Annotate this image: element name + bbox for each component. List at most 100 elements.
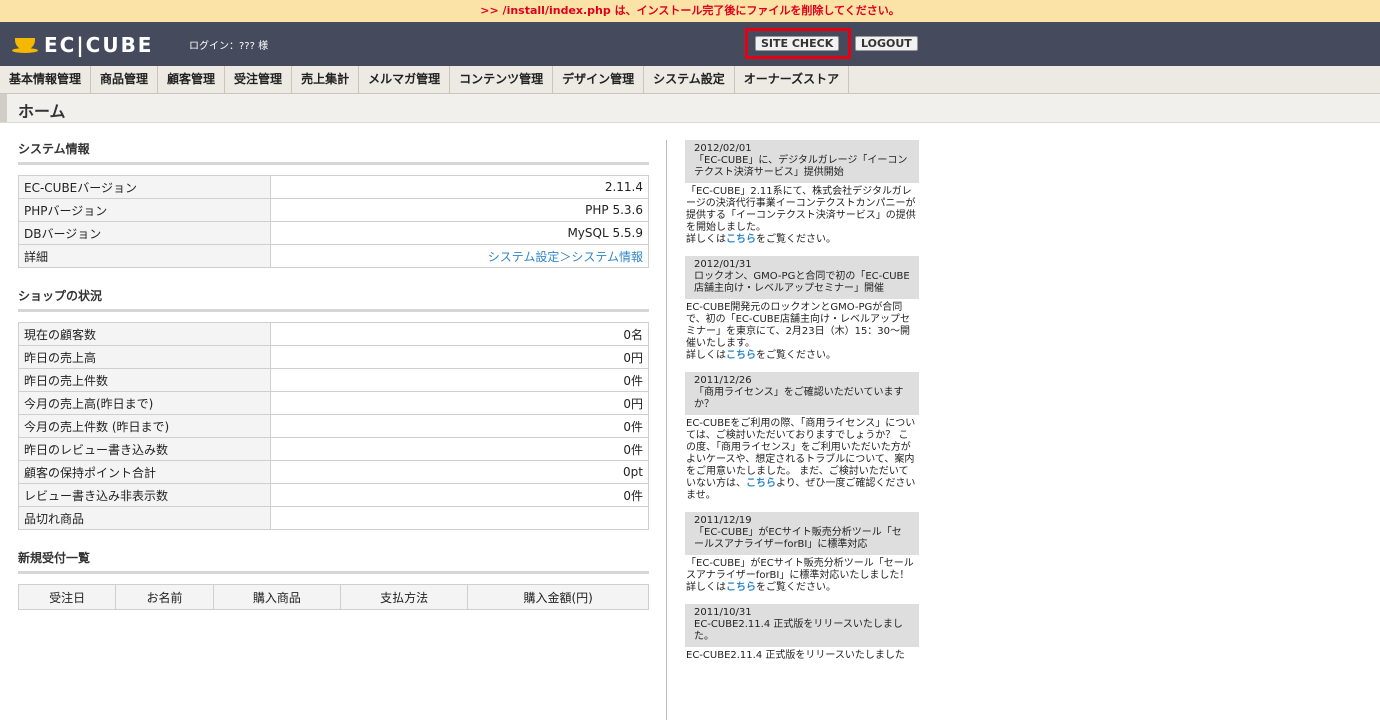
- table-row: EC-CUBEバージョン 2.11.4: [18, 175, 649, 199]
- nav-system[interactable]: システム設定: [644, 66, 735, 93]
- news-more-pre: 詳しくは: [686, 234, 726, 245]
- news-body: EC-CUBE2.11.4 正式版をリリースいたしました: [685, 647, 919, 672]
- row-value: 0pt: [270, 460, 649, 484]
- news-link[interactable]: こちら: [726, 234, 756, 245]
- news-link[interactable]: こちら: [726, 582, 756, 593]
- news-date: 2011/10/31: [694, 607, 752, 618]
- row-label: 現在の顧客数: [18, 322, 271, 346]
- nav-design[interactable]: デザイン管理: [553, 66, 645, 93]
- table-row: 顧客の保持ポイント合計 0pt: [18, 460, 649, 484]
- news-more-post: をご覧ください。: [756, 234, 836, 245]
- news-more: 詳しくはこちらをご覧ください。: [686, 234, 918, 246]
- news-body: 「EC-CUBE」がECサイト販売分析ツール「セールスアナライザーforBI」に…: [685, 555, 919, 604]
- row-label: レビュー書き込み非表示数: [18, 483, 271, 507]
- nav-customers[interactable]: 顧客管理: [158, 66, 226, 93]
- shop-status-table: 現在の顧客数 0名 昨日の売上高 0円 昨日の売上件数 0件 今月の売上高(昨日まで)…: [18, 322, 649, 530]
- table-row: 現在の顧客数 0名: [18, 322, 649, 346]
- news-headline: 「商用ライセンス」をご確認いただいていますか？: [694, 387, 904, 410]
- row-label: PHPバージョン: [18, 198, 271, 222]
- table-header-row: 受注日 お名前 購入商品 支払方法 購入金額(円): [17, 584, 649, 610]
- news-date: 2012/01/31: [694, 259, 752, 270]
- nav-basic-info[interactable]: 基本情報管理: [0, 66, 92, 93]
- news-body: EC-CUBE開発元のロックオンとGMO-PGが合同で、初の「EC-CUBE店舗…: [685, 299, 919, 372]
- row-label: 昨日のレビュー書き込み数: [18, 437, 271, 461]
- login-user: ログイン：??? 様: [189, 41, 269, 52]
- table-row: 詳細 システム設定＞システム情報: [18, 244, 649, 268]
- news-panel: 2012/02/01 「EC-CUBE」に、デジタルガレージ「イーコンテクスト決…: [685, 140, 919, 672]
- news-text: EC-CUBE2.11.4 正式版をリリースいたしました: [686, 650, 905, 661]
- news-heading[interactable]: 2012/02/01 「EC-CUBE」に、デジタルガレージ「イーコンテクスト決…: [685, 140, 919, 183]
- news-item: 2011/10/31 EC-CUBE2.11.4 正式版をリリースいたしました。…: [685, 604, 919, 672]
- news-more: 詳しくはこちらをご覧ください。: [686, 350, 918, 362]
- nav-mailmagazine[interactable]: メルマガ管理: [359, 66, 451, 93]
- table-row: レビュー書き込み非表示数 0件: [18, 483, 649, 507]
- news-heading[interactable]: 2011/10/31 EC-CUBE2.11.4 正式版をリリースいたしました。: [685, 604, 919, 647]
- row-value: システム設定＞システム情報: [270, 244, 649, 268]
- news-date: 2012/02/01: [694, 143, 752, 154]
- news-headline: EC-CUBE2.11.4 正式版をリリースいたしました。: [694, 619, 903, 642]
- nav-contents[interactable]: コンテンツ管理: [450, 66, 554, 93]
- table-row: PHPバージョン PHP 5.3.6: [18, 198, 649, 222]
- news-date: 2011/12/19: [694, 515, 752, 526]
- main-content: システム情報 EC-CUBEバージョン 2.11.4 PHPバージョン PHP …: [17, 140, 649, 610]
- news-text: EC-CUBE開発元のロックオンとGMO-PGが合同で、初の「EC-CUBE店舗…: [686, 302, 911, 349]
- table-row: 昨日のレビュー書き込み数 0件: [18, 437, 649, 461]
- nav-owners-store[interactable]: オーナーズストア: [735, 66, 850, 93]
- news-heading[interactable]: 2011/12/19 「EC-CUBE」がECサイト販売分析ツール「セールスアナ…: [685, 512, 919, 555]
- news-body: 「EC-CUBE」2.11系にて、株式会社デジタルガレージの決済代行事業イーコン…: [685, 183, 919, 256]
- system-info-table: EC-CUBEバージョン 2.11.4 PHPバージョン PHP 5.3.6 D…: [18, 175, 649, 268]
- table-row: 昨日の売上件数 0件: [18, 368, 649, 392]
- page-title-bar: ホーム: [0, 94, 1380, 123]
- page-title: ホーム: [18, 102, 66, 121]
- logout-button[interactable]: LOGOUT: [855, 36, 918, 51]
- row-value: 0件: [270, 368, 649, 392]
- row-value: 0件: [270, 483, 649, 507]
- news-more-post: をご覧ください。: [756, 582, 836, 593]
- news-item: 2012/01/31 ロックオン、GMO-PGと合同で初の「EC-CUBE店舗主…: [685, 256, 919, 372]
- column-divider: [666, 140, 667, 720]
- new-orders-table: 受注日 お名前 購入商品 支払方法 購入金額(円): [17, 584, 649, 610]
- news-link[interactable]: こちら: [746, 478, 776, 489]
- news-more-post: をご覧ください。: [756, 350, 836, 361]
- news-heading[interactable]: 2011/12/26 「商用ライセンス」をご確認いただいていますか？: [685, 372, 919, 415]
- logo-text: EC|CUBE: [44, 33, 154, 57]
- row-value: 2.11.4: [270, 175, 649, 199]
- table-row: 今月の売上件数 (昨日まで) 0件: [18, 414, 649, 438]
- news-more: 詳しくはこちらをご覧ください。: [686, 582, 918, 594]
- row-label: 品切れ商品: [18, 506, 271, 530]
- news-link[interactable]: こちら: [726, 350, 756, 361]
- row-value: MySQL 5.5.9: [270, 221, 649, 245]
- row-label: 詳細: [18, 244, 271, 268]
- row-value: 0円: [270, 391, 649, 415]
- table-row: 今月の売上高(昨日まで) 0円: [18, 391, 649, 415]
- nav-products[interactable]: 商品管理: [91, 66, 159, 93]
- column-header: 購入金額(円): [467, 584, 649, 610]
- news-item: 2011/12/26 「商用ライセンス」をご確認いただいていますか？ EC-CU…: [685, 372, 919, 512]
- news-item: 2011/12/19 「EC-CUBE」がECサイト販売分析ツール「セールスアナ…: [685, 512, 919, 604]
- title-accent: [0, 94, 7, 122]
- table-row: 昨日の売上高 0円: [18, 345, 649, 369]
- nav-orders[interactable]: 受注管理: [225, 66, 293, 93]
- news-text: 「EC-CUBE」がECサイト販売分析ツール「セールスアナライザーforBI」に…: [686, 558, 914, 581]
- row-value: 0件: [270, 437, 649, 461]
- new-orders-title: 新規受付一覧: [18, 549, 649, 574]
- news-text: 「EC-CUBE」2.11系にて、株式会社デジタルガレージの決済代行事業イーコン…: [686, 186, 916, 233]
- column-header: 受注日: [17, 584, 117, 610]
- row-value: [270, 506, 649, 530]
- row-label: 昨日の売上件数: [18, 368, 271, 392]
- column-header: 支払方法: [340, 584, 469, 610]
- news-more-pre: 詳しくは: [686, 582, 726, 593]
- news-item: 2012/02/01 「EC-CUBE」に、デジタルガレージ「イーコンテクスト決…: [685, 140, 919, 256]
- nav-sales[interactable]: 売上集計: [292, 66, 360, 93]
- news-headline: 「EC-CUBE」がECサイト販売分析ツール「セールスアナライザーforBI」に…: [694, 527, 902, 550]
- main-nav: 基本情報管理 商品管理 顧客管理 受注管理 売上集計 メルマガ管理 コンテンツ管…: [0, 66, 1380, 94]
- site-check-button[interactable]: SITE CHECK: [755, 36, 840, 51]
- news-heading[interactable]: 2012/01/31 ロックオン、GMO-PGと合同で初の「EC-CUBE店舗主…: [685, 256, 919, 299]
- news-date: 2011/12/26: [694, 375, 752, 386]
- row-label: DBバージョン: [18, 221, 271, 245]
- cup-icon: [12, 36, 38, 54]
- logo[interactable]: EC|CUBE: [12, 33, 153, 57]
- row-value: 0名: [270, 322, 649, 346]
- system-info-link[interactable]: システム設定＞システム情報: [488, 250, 643, 264]
- row-value: 0件: [270, 414, 649, 438]
